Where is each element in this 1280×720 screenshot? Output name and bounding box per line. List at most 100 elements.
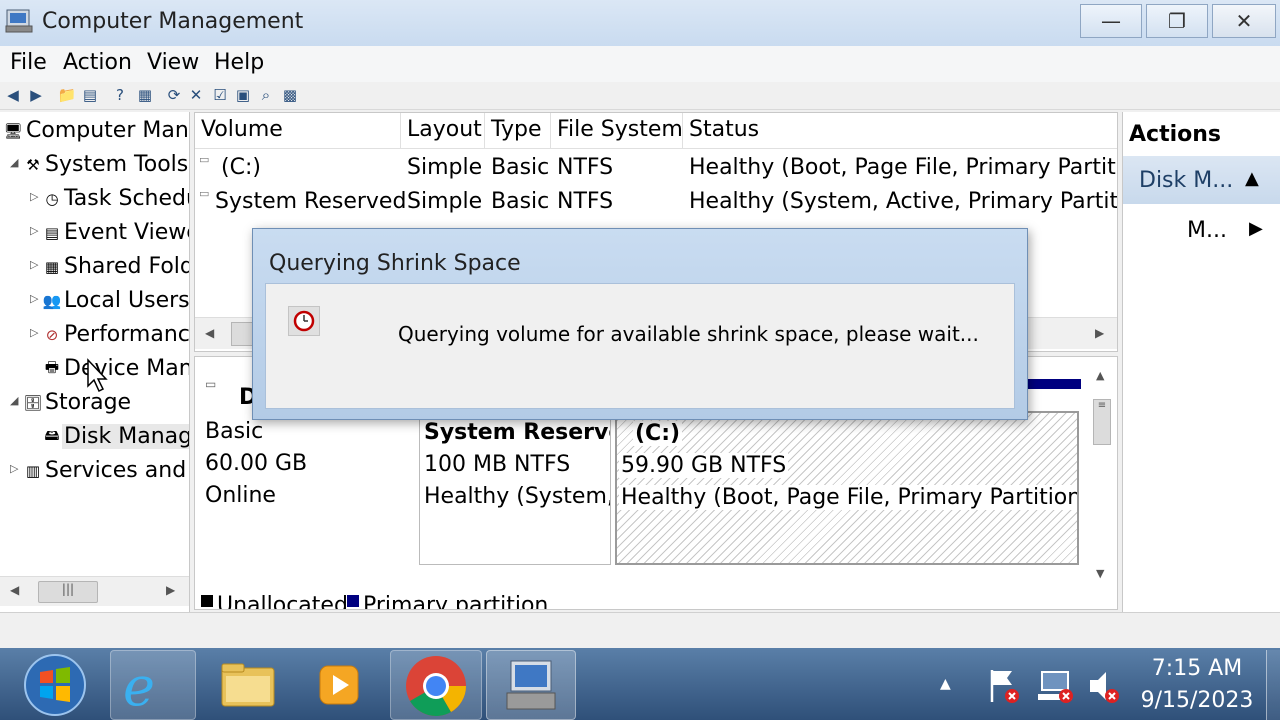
action-center-flag-icon[interactable] [986,666,1020,706]
menu-action[interactable]: Action [63,50,132,75]
forward-icon[interactable]: ▶ [26,85,46,105]
menu-help[interactable]: Help [214,50,264,75]
actions-title: Actions [1129,122,1221,147]
scroll-thumb[interactable]: ||| [38,581,98,603]
clock-date[interactable]: 9/15/2023 [1136,688,1258,713]
legend-swatch-unallocated [201,595,213,607]
collapsed-arrow-icon[interactable]: ▷ [30,326,38,339]
show-desktop-button[interactable] [1266,650,1280,720]
up-folder-icon[interactable]: 📁 [57,85,77,105]
chrome-taskbar-button[interactable] [390,650,482,720]
open-icon[interactable]: ▣ [233,85,253,105]
table-row[interactable]: ▭ System Reserved Simple Basic NTFS Heal… [195,185,1117,219]
checkbox-icon[interactable]: ☑ [210,85,230,105]
submenu-arrow-icon: ▶ [1249,218,1263,239]
start-button[interactable] [22,652,88,718]
tree-item-task-scheduler[interactable]: ▷ ◷ Task Schedu [0,184,189,218]
tree-item-performance[interactable]: ▷ ⊘ Performanc [0,320,189,354]
column-header-status[interactable]: Status [683,113,1117,149]
actions-section-disk-management[interactable]: Disk M... ▲ [1123,156,1280,204]
internet-explorer-icon: e [123,655,155,718]
tree-item-services-and-applications[interactable]: ▷ ▥ Services and A [0,456,189,490]
disk-icon: 🖴 [44,425,60,444]
collapsed-arrow-icon[interactable]: ▷ [10,462,18,475]
scroll-up-icon[interactable]: ▲ [1096,369,1104,382]
legend-label-primary: Primary partition [363,593,549,610]
column-header-file-system[interactable]: File System [551,113,683,149]
querying-shrink-space-dialog: Querying Shrink Space Querying volume fo… [252,228,1028,420]
volume-muted-icon[interactable] [1086,666,1122,706]
partition-system-reserved[interactable]: System Reserve 100 MB NTFS Healthy (Syst… [419,411,611,565]
window-title: Computer Management [42,9,304,34]
disk-icon: ▭ [205,377,217,391]
scroll-right-icon[interactable]: ▶ [1095,326,1104,340]
properties-icon[interactable]: ▦ [135,85,155,105]
scroll-thumb[interactable]: ≡ [1093,399,1111,445]
tree-item-shared-folders[interactable]: ▷ ▦ Shared Fold [0,252,189,286]
collapsed-arrow-icon[interactable]: ▷ [30,224,38,237]
expanded-arrow-icon[interactable]: ◢ [10,394,18,407]
tree-item-system-tools[interactable]: ◢ ⚒ System Tools [0,150,189,184]
toolbar: ◀ ▶ 📁 ▤ ? ▦ ⟳ ✕ ☑ ▣ ⌕ ▩ [0,82,1280,110]
users-icon: 👥 [42,292,62,310]
collapse-up-icon[interactable]: ▲ [1245,168,1259,189]
tree-item-event-viewer[interactable]: ▷ ▤ Event Viewe [0,218,189,252]
help-icon[interactable]: ? [110,85,130,105]
dialog-body: Querying volume for available shrink spa… [265,283,1015,409]
internet-explorer-taskbar-button[interactable]: e [110,650,196,720]
back-icon[interactable]: ◀ [3,85,23,105]
tree-item-disk-management[interactable]: 🖴 Disk Manag [0,422,189,456]
collapsed-arrow-icon[interactable]: ▷ [30,292,38,305]
collapsed-arrow-icon[interactable]: ▷ [30,190,38,203]
dialog-title: Querying Shrink Space [269,251,521,276]
chrome-icon [406,656,466,717]
restore-button[interactable]: ❐ [1146,4,1208,38]
expanded-arrow-icon[interactable]: ◢ [10,156,18,169]
shared-folder-icon: ▦ [44,258,60,276]
computer-icon: 🖥 [3,122,23,140]
title-bar: Computer Management — ❐ ✕ [0,0,1280,46]
media-player-taskbar-button[interactable] [296,650,382,720]
settings-icon[interactable]: ▩ [280,85,300,105]
services-icon: ▥ [25,462,41,480]
file-explorer-taskbar-button[interactable] [204,650,290,720]
show-hidden-icons-icon[interactable]: ▲ [940,676,951,692]
folder-icon [221,663,275,707]
scroll-left-icon[interactable]: ◀ [10,583,19,597]
disk-size: 60.00 GB [205,451,308,476]
actions-more-actions[interactable]: M... ▶ [1123,212,1280,248]
column-header-volume[interactable]: Volume [195,113,401,149]
search-icon[interactable]: ⌕ [256,85,276,105]
media-player-icon [319,665,359,705]
column-header-layout[interactable]: Layout [401,113,485,149]
scroll-left-icon[interactable]: ◀ [205,326,214,340]
tree-item-local-users[interactable]: ▷ 👥 Local Users [0,286,189,320]
disk-vertical-scrollbar[interactable]: ▲ ≡ ▼ [1091,363,1113,580]
network-icon[interactable] [1036,666,1076,706]
tree-horizontal-scrollbar[interactable]: ◀ ||| ▶ [0,576,189,606]
volume-icon: ▭ [199,153,210,166]
clock-icon: ◷ [45,190,59,208]
menu-view[interactable]: View [147,50,199,75]
progress-clock-icon [288,306,320,336]
table-row[interactable]: ▭ (C:) Simple Basic NTFS Healthy (Boot, … [195,151,1117,185]
collapsed-arrow-icon[interactable]: ▷ [30,258,38,271]
column-header-type[interactable]: Type [485,113,551,149]
legend-label-unallocated: Unallocated [217,593,348,610]
device-manager-icon: 🖶 [44,357,60,376]
close-button[interactable]: ✕ [1212,4,1276,38]
minimize-button[interactable]: — [1080,4,1142,38]
dialog-message: Querying volume for available shrink spa… [398,322,979,346]
computer-management-icon [4,6,34,36]
menu-file[interactable]: File [10,50,47,75]
delete-icon[interactable]: ✕ [186,85,206,105]
scroll-down-icon[interactable]: ▼ [1096,567,1104,580]
refresh-icon[interactable]: ⟳ [164,85,184,105]
show-hide-tree-icon[interactable]: ▤ [80,85,100,105]
partition-c-drive[interactable]: (C:) 59.90 GB NTFS Healthy (Boot, Page F… [615,411,1079,565]
computer-management-taskbar-button[interactable] [486,650,576,720]
tools-icon: ⚒ [26,156,40,174]
scroll-right-icon[interactable]: ▶ [166,583,175,597]
tree-item-computer-management[interactable]: 🖥 Computer Man [0,116,189,150]
clock-time[interactable]: 7:15 AM [1140,656,1254,681]
